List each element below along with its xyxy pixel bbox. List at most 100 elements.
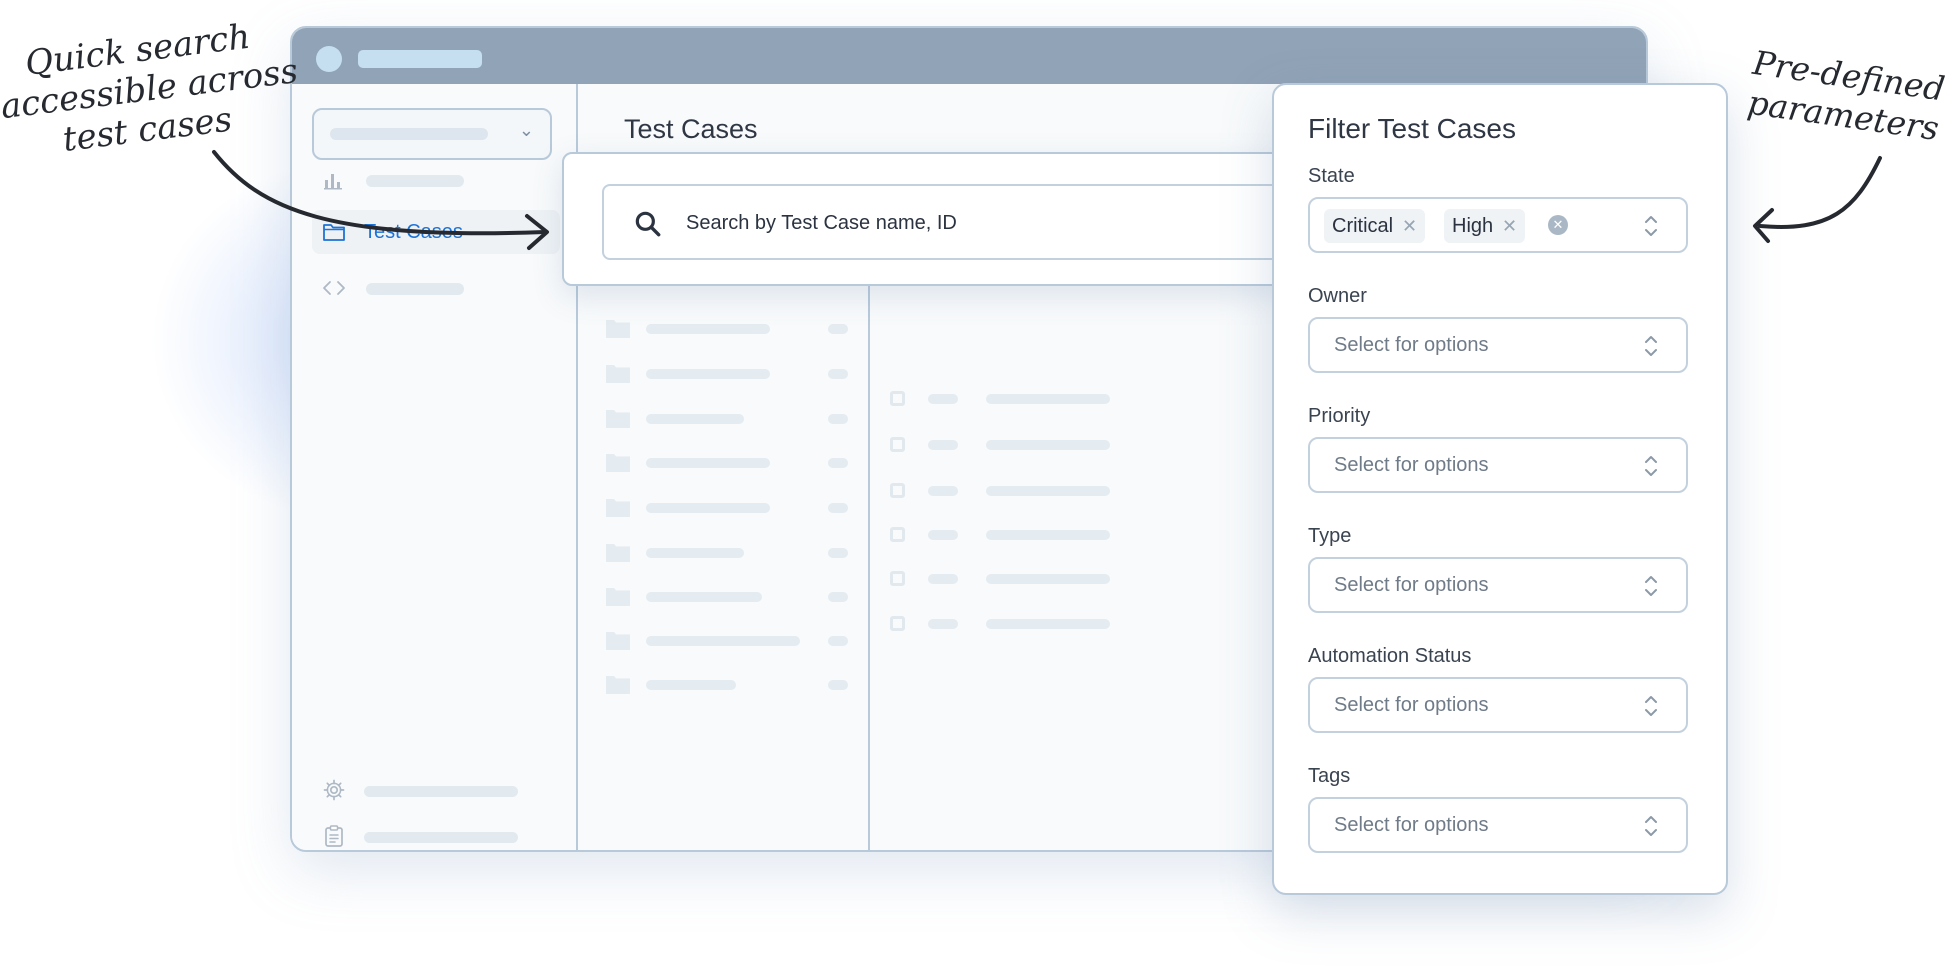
search-input[interactable] [686, 204, 1246, 242]
updown-chevron-icon[interactable] [1644, 453, 1658, 479]
case-name-placeholder [986, 486, 1110, 496]
remove-chip-icon[interactable]: ✕ [1502, 209, 1517, 243]
sidebar-item-placeholder [364, 832, 518, 843]
select-placeholder: Select for options [1334, 814, 1489, 836]
case-id-placeholder [928, 486, 958, 496]
folder-tree-row[interactable] [606, 630, 854, 652]
folder-icon [606, 588, 630, 606]
title-placeholder [358, 50, 482, 68]
folder-tree-row[interactable] [606, 318, 854, 340]
chip-label: Critical [1332, 215, 1394, 237]
search-box[interactable] [602, 184, 1302, 260]
clipboard-icon [325, 825, 343, 847]
tags-select[interactable]: Select for options [1308, 797, 1688, 853]
updown-chevron-icon[interactable] [1644, 573, 1658, 599]
folder-icon [606, 454, 630, 472]
row-checkbox[interactable] [890, 483, 905, 498]
test-case-row[interactable] [890, 391, 1130, 411]
type-select[interactable]: Select for options [1308, 557, 1688, 613]
tags-label: Tags [1308, 765, 1351, 787]
sidebar-item-settings[interactable] [322, 776, 542, 806]
case-name-placeholder [986, 619, 1110, 629]
sidebar-item-reports[interactable] [322, 822, 542, 850]
case-id-placeholder [928, 530, 958, 540]
sidebar-item-code[interactable] [312, 266, 560, 310]
remove-chip-icon[interactable]: ✕ [1402, 209, 1417, 243]
folder-name-placeholder [646, 458, 770, 468]
updown-chevron-icon[interactable] [1644, 813, 1658, 839]
folder-tree-row[interactable] [606, 586, 854, 608]
clear-selection-icon[interactable]: ✕ [1548, 215, 1568, 235]
folder-tree-row[interactable] [606, 363, 854, 385]
workspace-selector[interactable]: ⌄ [312, 108, 552, 160]
folder-count-placeholder [828, 548, 848, 558]
case-id-placeholder [928, 619, 958, 629]
sidebar-item-test-cases[interactable]: Test Cases [312, 210, 560, 254]
sidebar-item-placeholder [366, 175, 464, 187]
quick-search-popup [562, 152, 1302, 286]
test-case-row[interactable] [890, 616, 1130, 636]
state-label: State [1308, 165, 1355, 187]
sidebar-item-label: Test Cases [364, 221, 463, 243]
annotation-quick-search: Quick search accessible across test case… [0, 13, 300, 167]
case-id-placeholder [928, 574, 958, 584]
test-case-row[interactable] [890, 437, 1130, 457]
test-case-row[interactable] [890, 483, 1130, 503]
folder-tree-row[interactable] [606, 542, 854, 564]
folder-count-placeholder [828, 458, 848, 468]
owner-select[interactable]: Select for options [1308, 317, 1688, 373]
state-select[interactable]: Critical ✕ High ✕ ✕ [1308, 197, 1688, 253]
annotation-predefined-parameters: Pre-defined parameters [1735, 42, 1956, 151]
row-checkbox[interactable] [890, 437, 905, 452]
test-case-row[interactable] [890, 527, 1130, 547]
owner-label: Owner [1308, 285, 1367, 307]
workspace-name-placeholder [330, 128, 488, 140]
select-placeholder: Select for options [1334, 574, 1489, 596]
window-dot[interactable] [316, 46, 342, 72]
folder-count-placeholder [828, 592, 848, 602]
search-icon [635, 211, 661, 237]
updown-chevron-icon[interactable] [1644, 213, 1658, 239]
automation-status-select[interactable]: Select for options [1308, 677, 1688, 733]
folder-tree-row[interactable] [606, 408, 854, 430]
chip-critical[interactable]: Critical ✕ [1324, 209, 1426, 243]
folder-name-placeholder [646, 636, 800, 646]
filter-panel: Filter Test Cases State Critical ✕ High … [1272, 83, 1728, 895]
folder-tree-row[interactable] [606, 452, 854, 474]
folder-name-placeholder [646, 680, 736, 690]
case-name-placeholder [986, 394, 1110, 404]
row-checkbox[interactable] [890, 616, 905, 631]
sidebar: ⌄ Test Cases [292, 84, 578, 850]
case-name-placeholder [986, 530, 1110, 540]
folder-icon [606, 320, 630, 338]
priority-label: Priority [1308, 405, 1371, 427]
bar-chart-icon [324, 174, 342, 190]
row-checkbox[interactable] [890, 391, 905, 406]
case-name-placeholder [986, 440, 1110, 450]
folder-count-placeholder [828, 369, 848, 379]
folder-count-placeholder [828, 414, 848, 424]
folder-count-placeholder [828, 503, 848, 513]
page-title: Test Cases [624, 114, 758, 144]
folder-icon [606, 365, 630, 383]
test-case-row[interactable] [890, 571, 1130, 591]
folder-name-placeholder [646, 369, 770, 379]
updown-chevron-icon[interactable] [1644, 333, 1658, 359]
folder-tree-row[interactable] [606, 497, 854, 519]
folder-icon [606, 410, 630, 428]
chevron-down-icon: ⌄ [518, 120, 534, 140]
sidebar-item-dashboard[interactable] [312, 158, 560, 202]
folder-tree-row[interactable] [606, 674, 854, 696]
filter-title: Filter Test Cases [1308, 113, 1516, 144]
row-checkbox[interactable] [890, 571, 905, 586]
folder-name-placeholder [646, 414, 744, 424]
updown-chevron-icon[interactable] [1644, 693, 1658, 719]
type-label: Type [1308, 525, 1352, 547]
chip-label: High [1452, 215, 1494, 237]
chip-high[interactable]: High ✕ [1444, 209, 1526, 243]
row-checkbox[interactable] [890, 527, 905, 542]
case-name-placeholder [986, 574, 1110, 584]
sidebar-item-placeholder [366, 283, 464, 295]
title-bar [292, 28, 1646, 84]
priority-select[interactable]: Select for options [1308, 437, 1688, 493]
